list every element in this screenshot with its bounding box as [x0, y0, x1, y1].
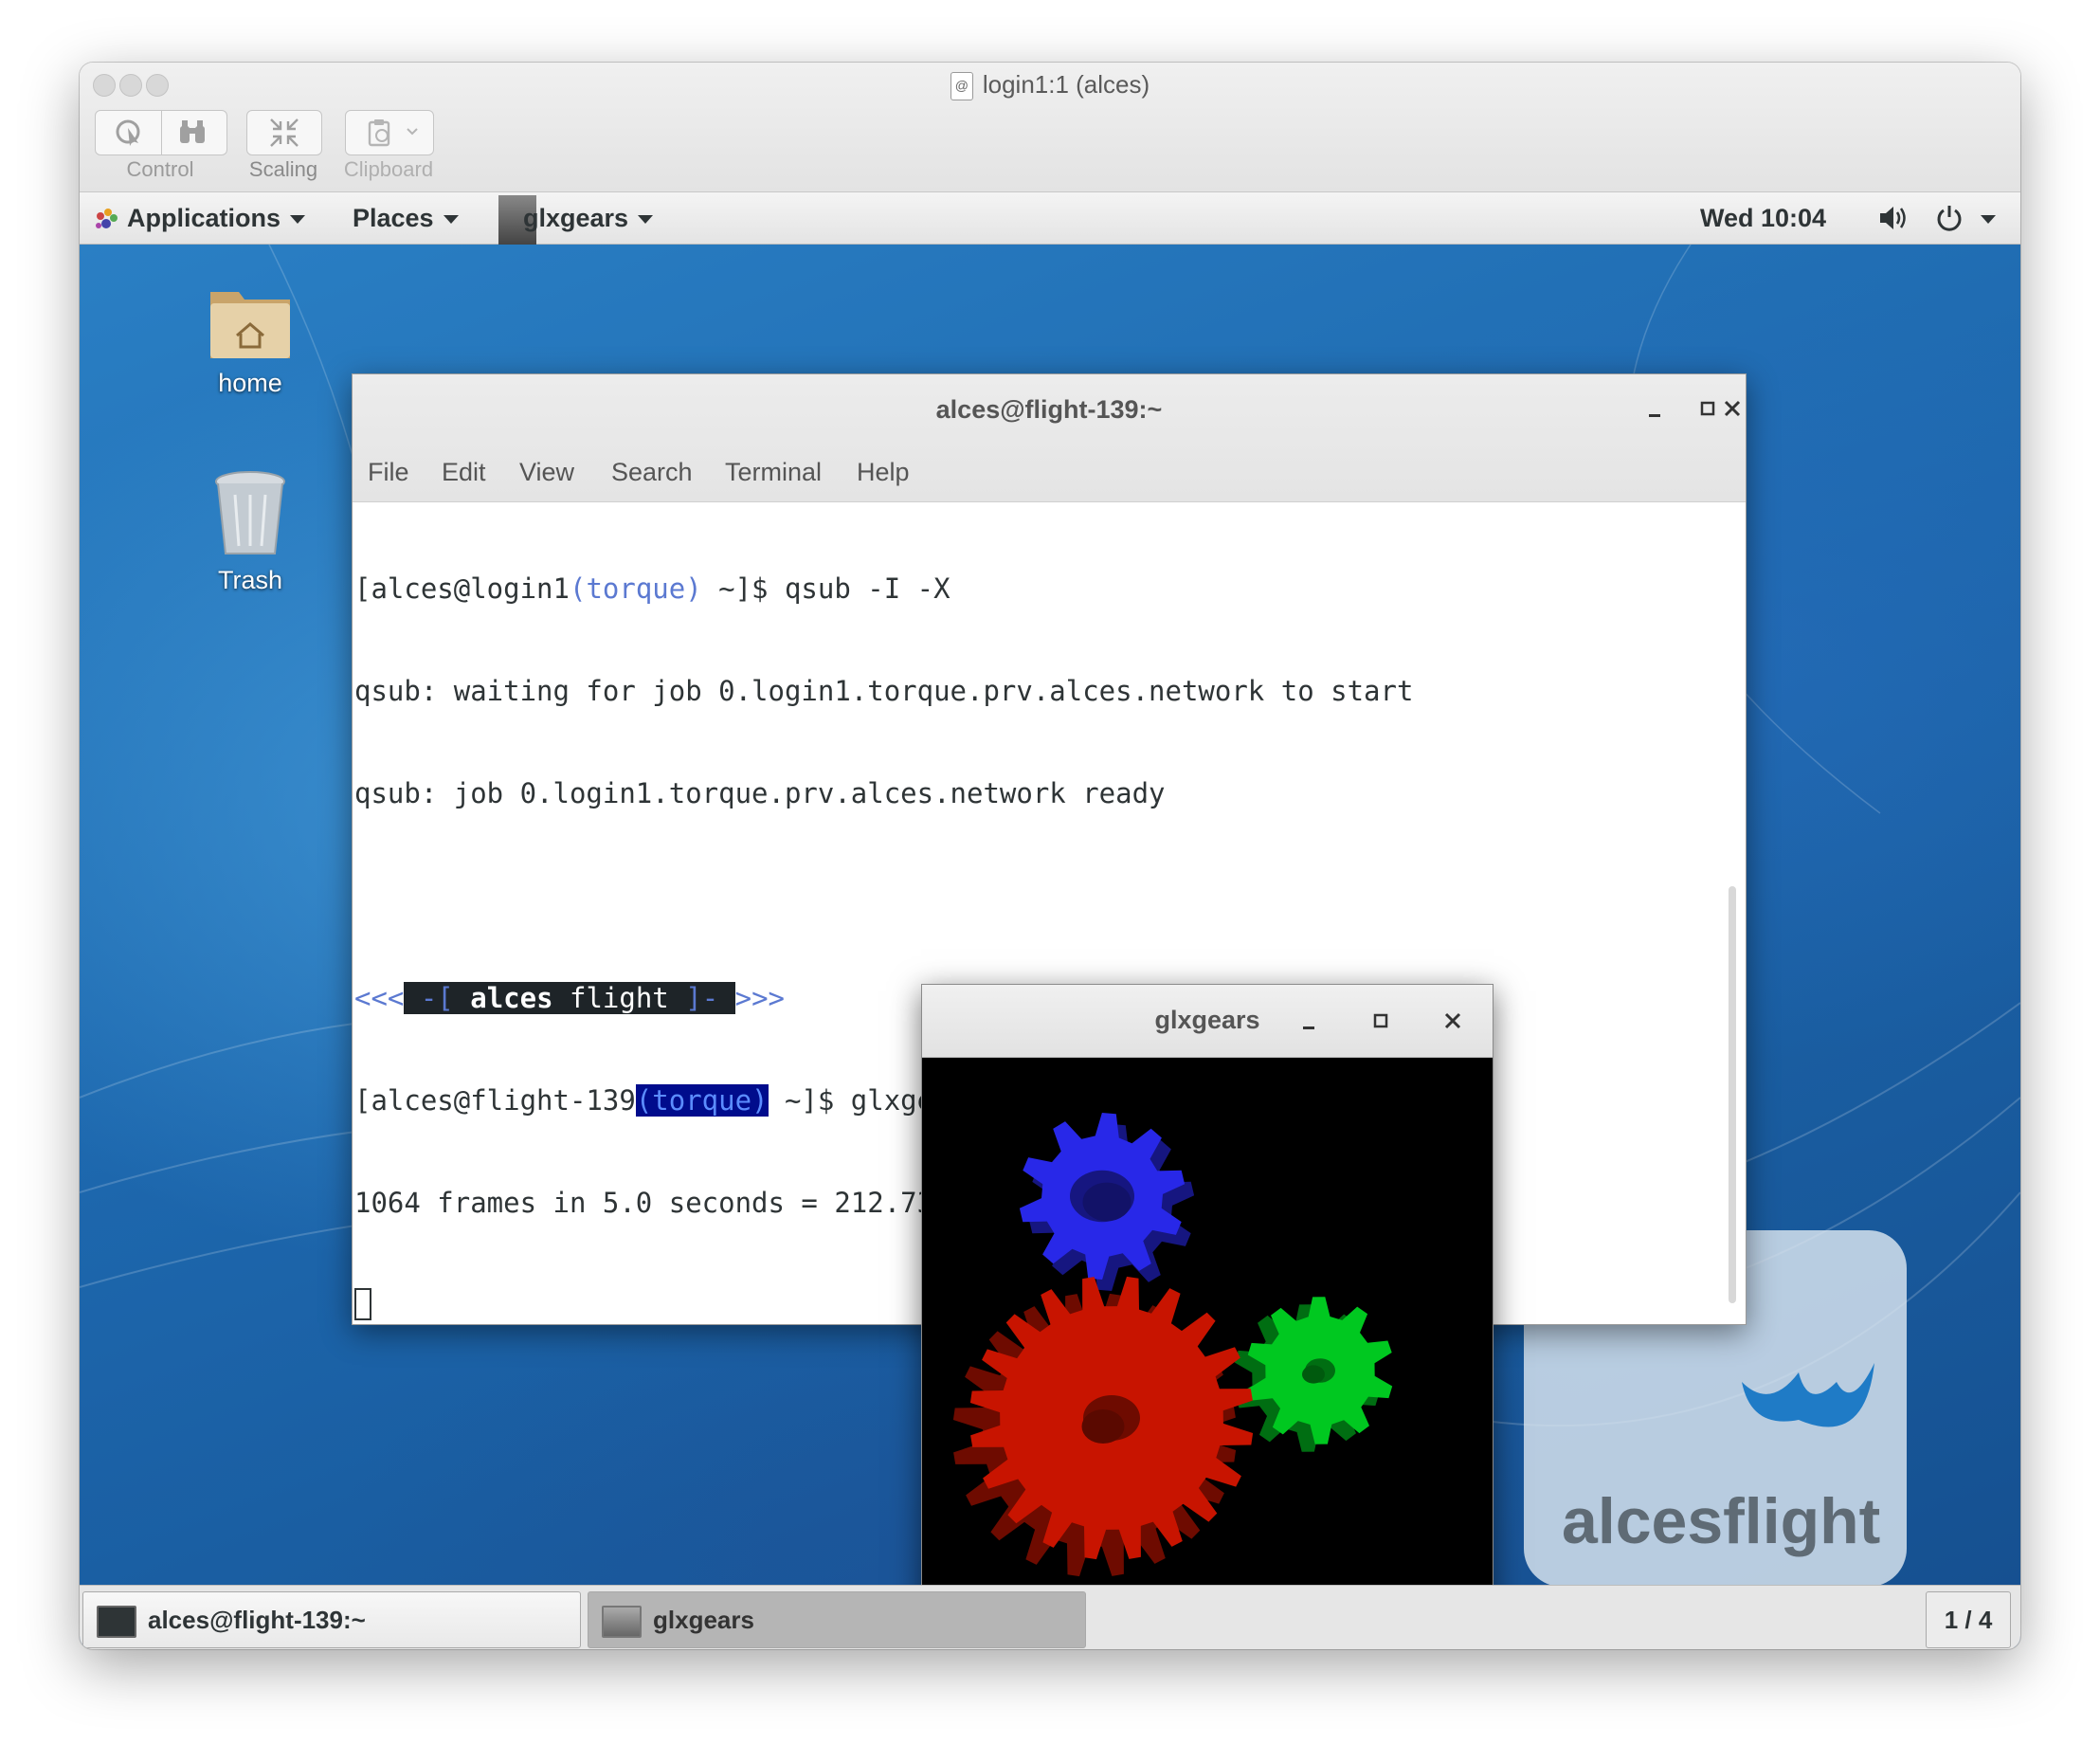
- taskbar-item-terminal[interactable]: alces@flight-139:~: [82, 1591, 581, 1648]
- terminal-icon: [97, 1606, 136, 1639]
- gnome-top-panel: Applications Places glxgears Wed 10:04: [80, 192, 2020, 245]
- clock[interactable]: Wed 10:04: [1700, 192, 1826, 244]
- green-gear: [1234, 1297, 1393, 1452]
- volume-icon[interactable]: [1878, 204, 1910, 232]
- terminal-line: [alces@login1(torque) ~]$ qsub -I -X: [354, 572, 950, 605]
- active-app-menu[interactable]: glxgears: [498, 192, 654, 245]
- clipboard-label: Clipboard: [343, 157, 434, 181]
- menu-view[interactable]: View: [519, 458, 574, 487]
- control-segmented-control: [95, 110, 227, 155]
- active-app-label: glxgears: [523, 204, 629, 232]
- close-icon: [1724, 400, 1741, 417]
- minimize-icon: [1649, 414, 1660, 417]
- red-gear: [952, 1276, 1254, 1577]
- view-only-button[interactable]: [164, 111, 221, 154]
- taskbar-item-glxgears[interactable]: glxgears: [588, 1591, 1086, 1648]
- window-title: login1:1 (alces): [982, 70, 1150, 99]
- scaling-button[interactable]: [246, 110, 322, 155]
- window-icon: [602, 1606, 642, 1639]
- close-button[interactable]: [1434, 1002, 1472, 1040]
- taskbar-item-label: alces@flight-139:~: [148, 1606, 366, 1634]
- menu-terminal[interactable]: Terminal: [725, 458, 822, 487]
- vnc-toolbar: @ login1:1 (alces) Control Scaling Clipb…: [80, 63, 2020, 192]
- minimize-icon: [1303, 1026, 1314, 1029]
- glxgears-window: glxgears: [921, 984, 1494, 1630]
- vnc-viewer-window: @ login1:1 (alces) Control Scaling Clipb…: [80, 63, 2020, 1649]
- applications-menu[interactable]: Applications: [93, 192, 306, 244]
- desktop-icon-home[interactable]: home: [174, 282, 326, 398]
- workspace-switcher[interactable]: 1 / 4: [1926, 1591, 2011, 1648]
- logo-text: alcesflight: [1562, 1485, 1880, 1557]
- places-label: Places: [353, 204, 434, 232]
- minimize-button[interactable]: [1636, 390, 1674, 427]
- pointer-icon: [116, 119, 140, 146]
- scaling-icon: [256, 111, 313, 154]
- menu-file[interactable]: File: [368, 458, 409, 487]
- terminal-titlebar[interactable]: alces@flight-139:~ File Edit View Search…: [353, 374, 1746, 502]
- close-button[interactable]: [1713, 390, 1751, 427]
- workspace-indicator: 1 / 4: [1944, 1606, 1993, 1634]
- places-menu[interactable]: Places: [353, 192, 459, 244]
- clipboard-icon: [352, 111, 408, 154]
- binoculars-icon: [180, 120, 205, 143]
- control-label: Control: [126, 157, 194, 181]
- desktop-icon-label: home: [218, 369, 282, 397]
- gnome-foot-icon: [96, 208, 118, 228]
- window-title-bar: @ login1:1 (alces): [80, 70, 2020, 101]
- pointer-control-button[interactable]: [101, 111, 158, 154]
- trash-icon: [215, 471, 285, 554]
- applications-label: Applications: [127, 204, 281, 232]
- clock-label: Wed 10:04: [1700, 204, 1827, 232]
- chevron-down-icon: [405, 124, 420, 144]
- system-menu-chevron-icon[interactable]: [1981, 192, 1996, 244]
- desktop-icon-trash[interactable]: Trash: [174, 470, 326, 595]
- chevron-down-icon: [290, 215, 306, 225]
- blue-gear: [1019, 1113, 1195, 1291]
- glxgears-canvas: [952, 1113, 1393, 1577]
- chevron-down-icon: [638, 215, 654, 225]
- gnome-bottom-panel: alces@flight-139:~ glxgears 1 / 4: [80, 1585, 2020, 1649]
- scaling-label: Scaling: [248, 157, 318, 181]
- terminal-line: qsub: job 0.login1.torque.prv.alces.netw…: [354, 777, 1166, 809]
- power-icon[interactable]: [1935, 204, 1964, 232]
- terminal-cursor: [354, 1288, 371, 1320]
- clipboard-button[interactable]: [345, 110, 434, 155]
- terminal-scrollbar[interactable]: [1729, 886, 1736, 1303]
- desktop-icon-label: Trash: [217, 566, 282, 594]
- folder-home-icon: [210, 292, 290, 358]
- taskbar-item-label: glxgears: [653, 1606, 754, 1634]
- vnc-icon: @: [950, 72, 973, 101]
- menu-search[interactable]: Search: [611, 458, 693, 487]
- menu-edit[interactable]: Edit: [442, 458, 486, 487]
- maximize-icon: [1373, 1013, 1388, 1028]
- maximize-button[interactable]: [1362, 1002, 1400, 1040]
- chevron-down-icon: [443, 215, 459, 225]
- terminal-title: alces@flight-139:~: [935, 395, 1163, 424]
- menu-help[interactable]: Help: [857, 458, 910, 487]
- minimize-button[interactable]: [1290, 1002, 1328, 1040]
- terminal-line: qsub: waiting for job 0.login1.torque.pr…: [354, 675, 1414, 707]
- close-icon: [1444, 1012, 1461, 1029]
- glxgears-titlebar[interactable]: glxgears: [922, 985, 1493, 1058]
